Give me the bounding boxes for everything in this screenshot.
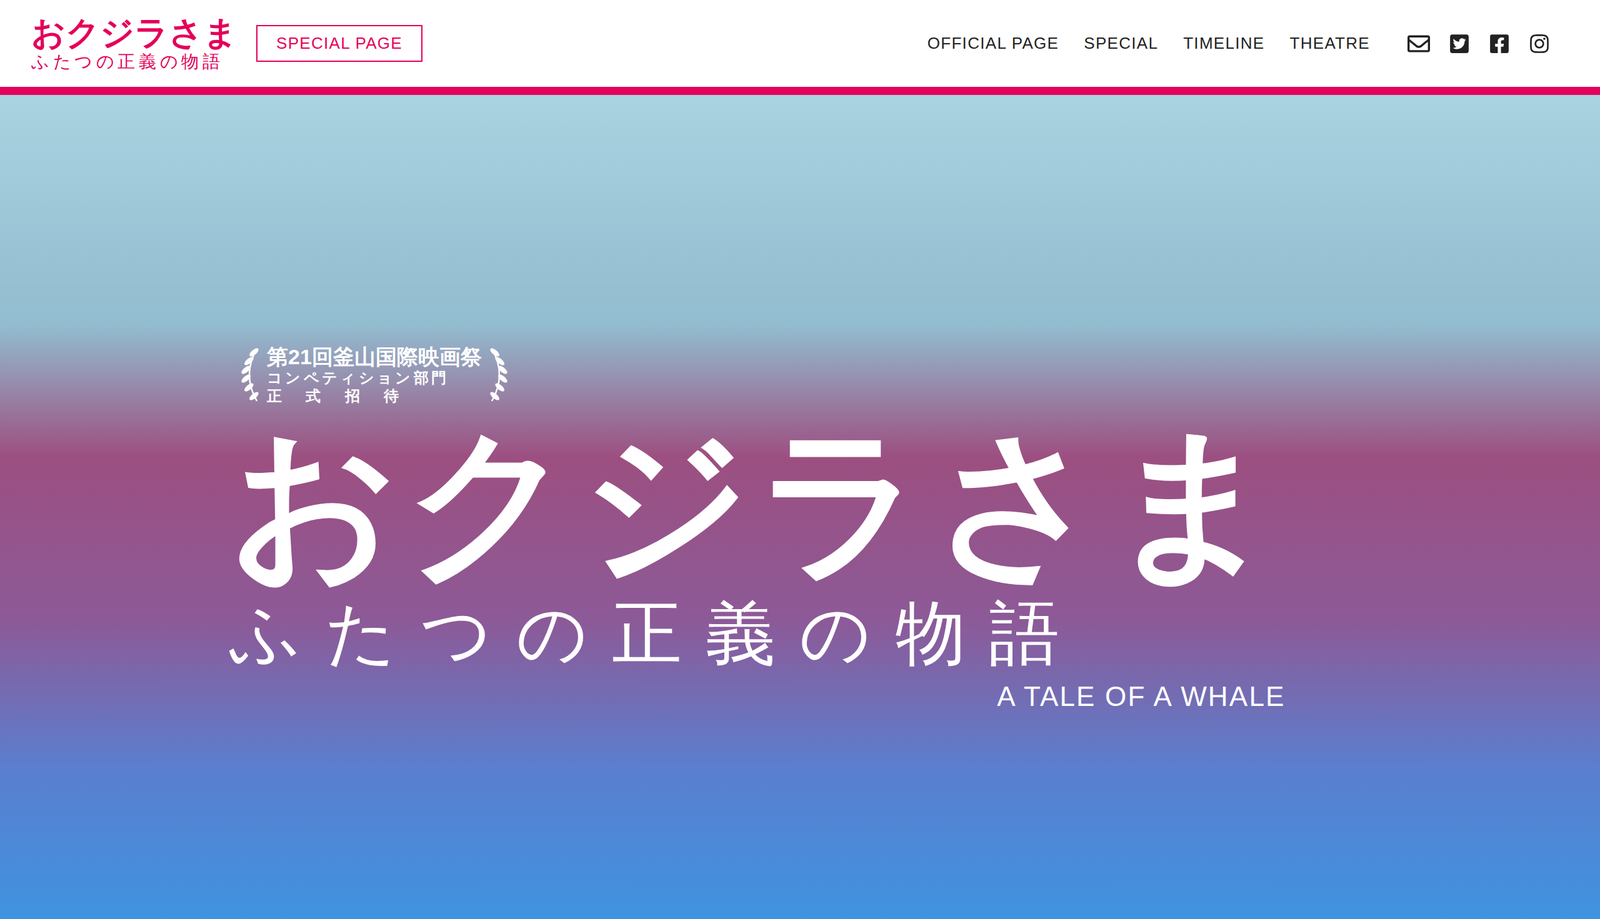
nav: OFFICIAL PAGE SPECIAL TIMELINE THEATRE <box>927 31 1370 56</box>
award-festival: 第21回釜山国際映画祭 <box>266 345 482 370</box>
award-section: コンペティション部門 <box>266 369 482 388</box>
hero-subtitle: ふたつの正義の物語 <box>229 593 1286 675</box>
laurel-right-icon <box>486 345 510 405</box>
hero-title-block: 第21回釜山国際映画祭コンペティション部門正式招待おクジラさまふたつの正義の物語… <box>229 345 1286 714</box>
award: 第21回釜山国際映画祭コンペティション部門正式招待 <box>239 345 1286 406</box>
mail-icon[interactable] <box>1407 32 1430 55</box>
header-rule <box>0 86 1600 95</box>
hero-english: A TALE OF A WHALE <box>996 680 1285 714</box>
facebook-icon[interactable] <box>1488 33 1510 55</box>
laurel-left-icon <box>239 345 262 405</box>
header: おクジラさまふたつの正義の物語 SPECIAL PAGE OFFICIAL PAGE… <box>0 0 1600 87</box>
logo-subtitle: ふたつの正義の物語 <box>31 51 238 73</box>
nav-item[interactable]: SPECIAL <box>1083 31 1159 56</box>
award-text: 第21回釜山国際映画祭コンペティション部門正式招待 <box>266 345 482 406</box>
social-links <box>1407 32 1550 55</box>
instagram-icon[interactable] <box>1528 33 1550 55</box>
award-invite: 正式招待 <box>266 387 482 406</box>
brand: おクジラさまふたつの正義の物語 SPECIAL PAGE <box>31 14 423 73</box>
logo-title: おクジラさま <box>31 14 238 52</box>
page: おクジラさまふたつの正義の物語SPECIAL PAGEOFFICIAL PAGE… <box>0 0 1600 919</box>
hero: 第21回釜山国際映画祭コンペティション部門正式招待おクジラさまふたつの正義の物語… <box>0 95 1600 919</box>
nav-item[interactable]: THEATRE <box>1289 31 1370 56</box>
nav-area: OFFICIAL PAGE SPECIAL TIMELINE THEATRE <box>927 31 1550 56</box>
special-page-badge[interactable]: SPECIAL PAGE <box>256 25 423 62</box>
logo[interactable]: おクジラさまふたつの正義の物語 <box>31 14 238 73</box>
nav-item[interactable]: OFFICIAL PAGE <box>927 31 1060 56</box>
nav-item[interactable]: TIMELINE <box>1183 31 1265 56</box>
hero-title: おクジラさま <box>229 411 1286 595</box>
twitter-icon[interactable] <box>1448 33 1470 55</box>
